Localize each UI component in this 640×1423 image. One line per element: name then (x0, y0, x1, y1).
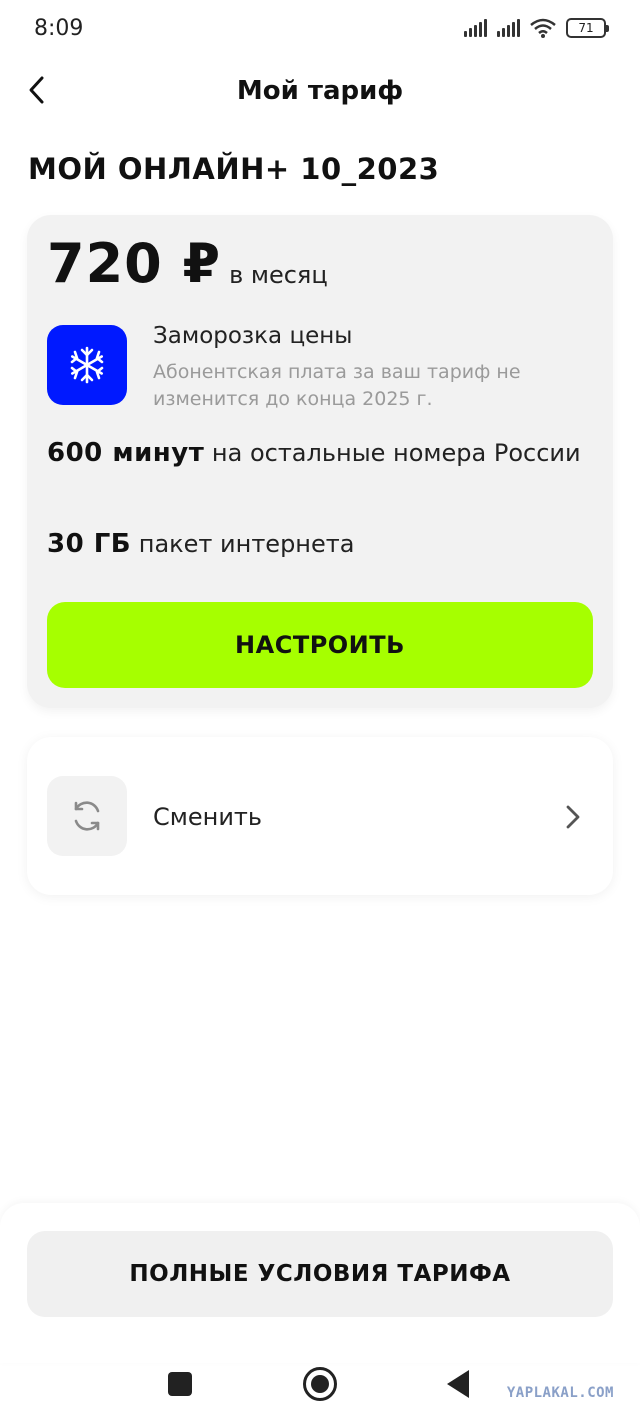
snowflake-icon (70, 346, 104, 384)
minutes-value: 600 минут (47, 438, 205, 468)
internet-text: пакет интернета (138, 530, 355, 558)
refresh-icon (74, 801, 100, 831)
minutes-text: на остальные номера России (211, 439, 581, 467)
recent-apps-icon[interactable] (168, 1372, 192, 1396)
internet-line: 30 ГБ пакет интернета (47, 529, 354, 559)
status-time: 8:09 (34, 16, 84, 41)
refresh-icon (47, 776, 127, 856)
tariff-card: 720 ₽ в месяц Заморозка цены Абонентская… (27, 215, 613, 708)
price-period: в месяц (229, 261, 328, 289)
home-icon[interactable] (303, 1367, 337, 1401)
wifi-icon (530, 18, 556, 38)
bottom-panel: ПОЛНЫЕ УСЛОВИЯ ТАРИФА (0, 1203, 640, 1363)
status-icons: 71 (464, 18, 609, 38)
minutes-line: 600 минут на остальные номера России (47, 433, 587, 473)
chevron-right-icon (566, 805, 580, 829)
signal-icon (497, 19, 520, 37)
change-label: Сменить (153, 803, 263, 831)
change-tariff-item[interactable]: Сменить (27, 737, 613, 895)
freeze-description: Абонентская плата за ваш тариф не измени… (153, 361, 521, 410)
battery-level: 71 (578, 21, 594, 35)
tariff-price: 720 ₽ (47, 232, 222, 295)
snowflake-icon (47, 325, 127, 405)
configure-button[interactable]: НАСТРОИТЬ (47, 602, 593, 688)
header: Мой тариф (0, 62, 640, 118)
watermark: YAPLAKAL.COM (506, 1385, 614, 1401)
battery-icon: 71 (566, 18, 609, 38)
page-title: Мой тариф (236, 76, 404, 106)
back-icon[interactable] (447, 1370, 469, 1398)
signal-icon (464, 19, 487, 37)
full-terms-button[interactable]: ПОЛНЫЕ УСЛОВИЯ ТАРИФА (27, 1231, 613, 1317)
tariff-name: МОЙ ОНЛАЙН+ 10_2023 (28, 152, 440, 186)
status-bar: 8:09 71 (0, 0, 640, 60)
freeze-title: Заморозка цены (153, 323, 353, 349)
price-row: 720 ₽ в месяц (47, 237, 328, 291)
internet-value: 30 ГБ (47, 529, 132, 559)
